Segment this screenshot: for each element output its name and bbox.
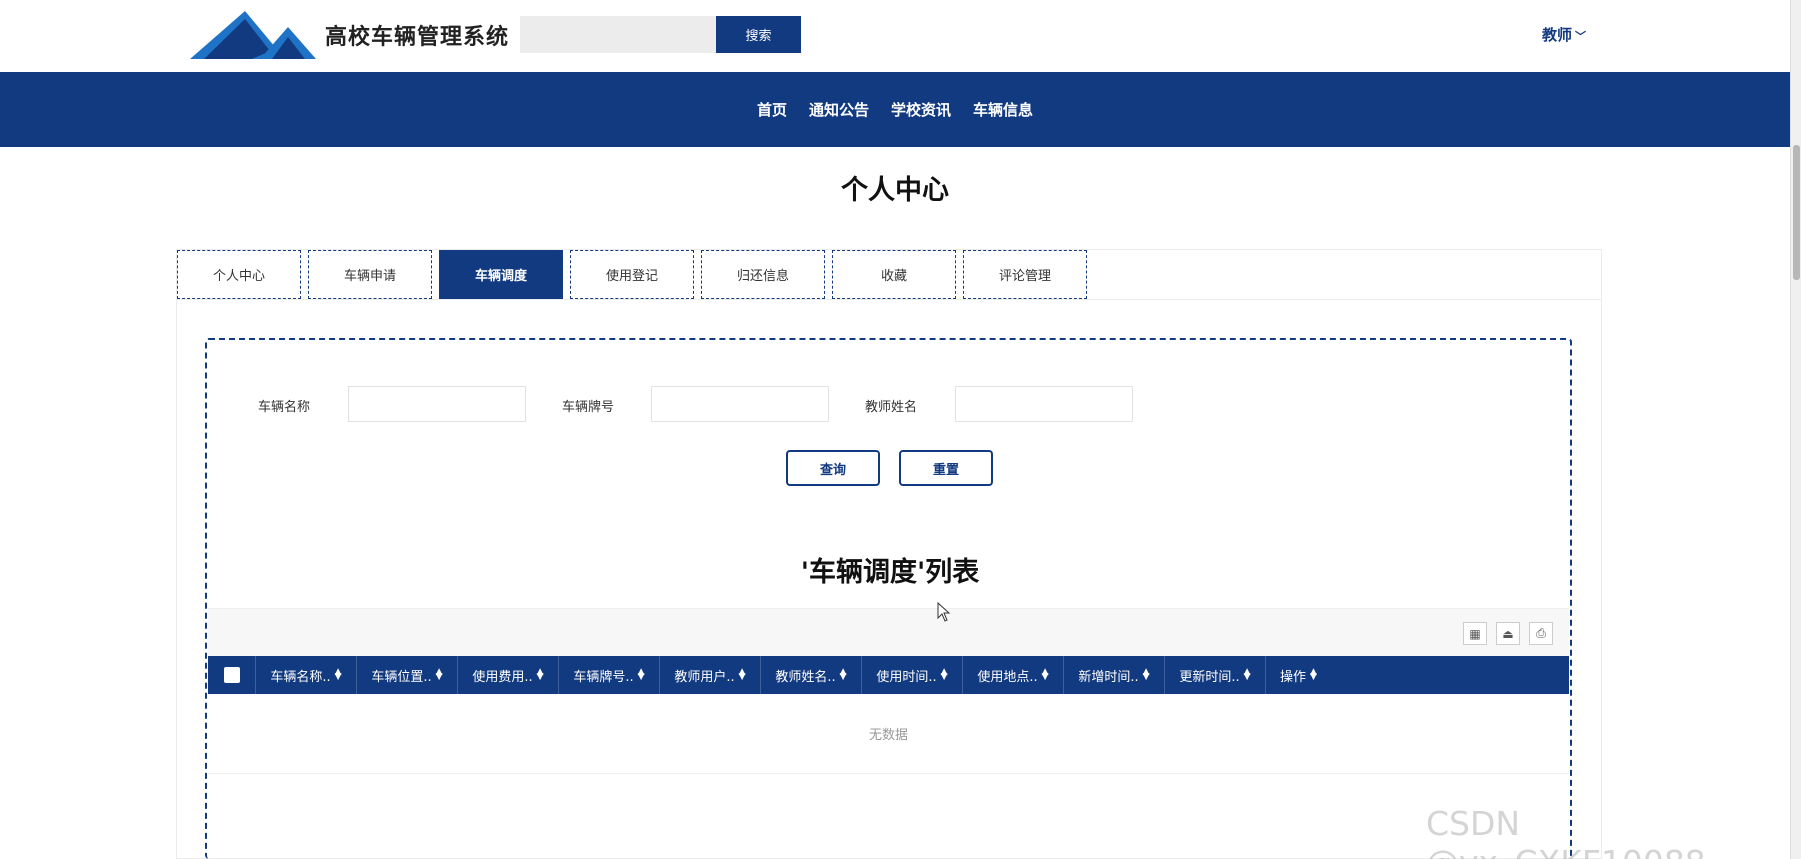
- column-header[interactable]: 新增时间.. ▲ ▼: [1064, 656, 1165, 694]
- sort-icon: ▲ ▼: [536, 667, 544, 682]
- select-all-checkbox[interactable]: [223, 667, 240, 683]
- column-header[interactable]: 更新时间.. ▲ ▼: [1165, 656, 1266, 694]
- column-header[interactable]: 车辆位置.. ▲ ▼: [357, 656, 458, 694]
- column-header[interactable]: 使用地点.. ▲ ▼: [963, 656, 1064, 694]
- page-scrollbar[interactable]: [1790, 0, 1801, 859]
- teacher-name-label: 教师姓名: [865, 400, 918, 415]
- top-header: 高校车辆管理系统 搜索 教师 ﹀: [0, 0, 1790, 72]
- vehicle-name-label: 车辆名称: [258, 400, 311, 415]
- sort-icon: ▲ ▼: [637, 667, 645, 682]
- sort-icon: ▲ ▼: [334, 667, 342, 682]
- plate-label: 车辆牌号: [562, 400, 615, 415]
- column-label: 操作: [1280, 669, 1307, 685]
- scrollbar-thumb[interactable]: [1793, 145, 1800, 280]
- sort-icon: ▲ ▼: [435, 667, 443, 682]
- column-label: 车辆牌号..: [573, 669, 634, 685]
- site-title: 高校车辆管理系统: [325, 25, 510, 50]
- mountain-logo-icon: [190, 11, 316, 59]
- tab-comments[interactable]: 评论管理: [963, 250, 1087, 299]
- column-header[interactable]: 车辆名称.. ▲ ▼: [256, 656, 357, 694]
- column-label: 教师用户..: [674, 669, 735, 685]
- sort-icon: ▲ ▼: [1243, 667, 1251, 682]
- column-label: 使用时间..: [876, 669, 937, 685]
- chevron-down-icon: ﹀: [1575, 30, 1587, 43]
- nav-item-vehicles[interactable]: 车辆信息: [973, 99, 1033, 120]
- teacher-name-input[interactable]: [955, 386, 1133, 422]
- table-toolbar: ▦ ⏏ ⎙: [208, 608, 1569, 656]
- column-header[interactable]: 使用时间.. ▲ ▼: [862, 656, 963, 694]
- page-title: 个人中心: [841, 175, 949, 206]
- sort-icon: ▲ ▼: [1142, 667, 1150, 682]
- reset-button[interactable]: 重置: [899, 450, 993, 486]
- column-label: 车辆位置..: [371, 669, 432, 685]
- select-all-cell: [208, 656, 256, 694]
- sort-icon: ▲ ▼: [1041, 667, 1049, 682]
- column-header[interactable]: 车辆牌号.. ▲ ▼: [559, 656, 660, 694]
- empty-table-message: 无数据: [208, 694, 1569, 774]
- columns-icon[interactable]: ▦: [1463, 622, 1487, 645]
- column-label: 车辆名称..: [270, 669, 331, 685]
- tab-return-info[interactable]: 归还信息: [701, 250, 825, 299]
- plate-input[interactable]: [651, 386, 829, 422]
- user-menu[interactable]: 教师 ﹀: [1542, 24, 1586, 45]
- tab-vehicle-dispatch[interactable]: 车辆调度: [439, 250, 563, 299]
- column-label: 新增时间..: [1078, 669, 1139, 685]
- sort-icon: ▲ ▼: [940, 667, 948, 682]
- watermark: CSDN @vx_CXKF10088: [1426, 804, 1706, 859]
- column-label: 使用费用..: [472, 669, 533, 685]
- export-icon[interactable]: ⏏: [1496, 622, 1520, 645]
- nav-item-notice[interactable]: 通知公告: [809, 99, 869, 120]
- sort-icon: ▲ ▼: [738, 667, 746, 682]
- user-menu-label: 教师: [1542, 26, 1573, 44]
- column-header[interactable]: 教师用户.. ▲ ▼: [660, 656, 761, 694]
- tab-usage-register[interactable]: 使用登记: [570, 250, 694, 299]
- column-label: 更新时间..: [1179, 669, 1240, 685]
- column-header[interactable]: 使用费用.. ▲ ▼: [458, 656, 559, 694]
- tab-profile[interactable]: 个人中心: [177, 250, 301, 299]
- tab-favorites[interactable]: 收藏: [832, 250, 956, 299]
- vehicle-name-input[interactable]: [348, 386, 526, 422]
- column-header[interactable]: 教师姓名.. ▲ ▼: [761, 656, 862, 694]
- print-icon[interactable]: ⎙: [1529, 622, 1553, 645]
- list-title: '车辆调度'列表: [800, 557, 980, 588]
- search-button[interactable]: 搜索: [716, 16, 801, 53]
- tab-vehicle-apply[interactable]: 车辆申请: [308, 250, 432, 299]
- nav-item-news[interactable]: 学校资讯: [891, 99, 951, 120]
- query-button[interactable]: 查询: [786, 450, 880, 486]
- main-nav: 首页 通知公告 学校资讯 车辆信息: [0, 72, 1790, 147]
- mouse-cursor-icon: [937, 602, 951, 622]
- nav-item-home[interactable]: 首页: [757, 99, 787, 120]
- column-header-actions[interactable]: 操作 ▲ ▼: [1266, 656, 1367, 694]
- column-label: 教师姓名..: [775, 669, 836, 685]
- table-header: 车辆名称.. ▲ ▼ 车辆位置.. ▲ ▼ 使用费用.. ▲ ▼ 车辆牌号.. ▲ ▼ 教师用户…: [208, 656, 1569, 694]
- sort-icon: ▲ ▼: [839, 667, 847, 682]
- search-input[interactable]: [520, 16, 716, 53]
- sort-icon: ▲ ▼: [1310, 667, 1317, 682]
- column-label: 使用地点..: [977, 669, 1038, 685]
